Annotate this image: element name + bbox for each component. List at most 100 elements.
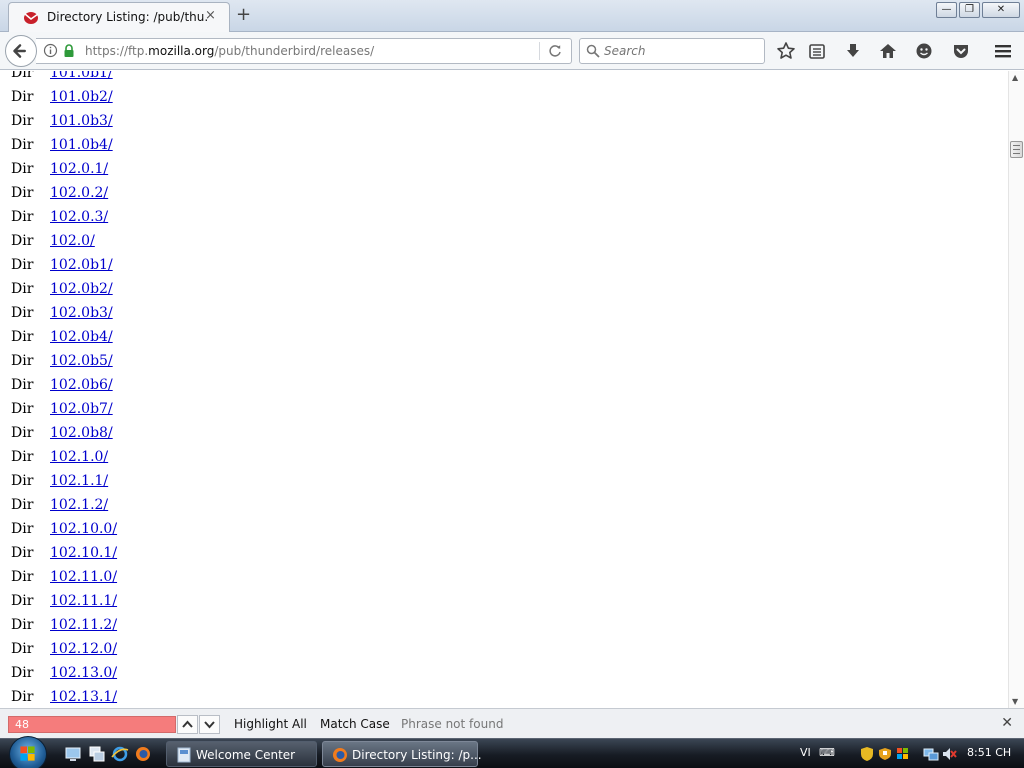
entry-type: Dir — [11, 665, 34, 681]
find-input[interactable] — [8, 716, 176, 733]
bookmarks-menu-icon[interactable] — [807, 41, 827, 61]
directory-link[interactable]: 101.0b4/ — [50, 137, 113, 153]
switch-windows-icon[interactable] — [88, 745, 106, 763]
title-bar: Directory Listing: /pub/thu... × + — ❐ ✕ — [0, 0, 1024, 32]
directory-link[interactable]: 101.0b3/ — [50, 113, 113, 129]
directory-link[interactable]: 102.1.2/ — [50, 497, 108, 513]
reload-icon[interactable] — [547, 43, 563, 59]
entry-type: Dir — [11, 233, 34, 249]
restore-button[interactable]: ❐ — [959, 2, 980, 18]
directory-link[interactable]: 101.0b2/ — [50, 89, 113, 105]
window-controls: — ❐ ✕ — [936, 2, 1020, 18]
entry-type: Dir — [11, 113, 34, 129]
vertical-scrollbar[interactable]: ▲ ▼ — [1008, 71, 1024, 708]
scroll-down-arrow-icon[interactable]: ▼ — [1012, 697, 1018, 706]
find-bar: Highlight All Match Case Phrase not foun… — [0, 708, 1024, 738]
back-arrow-icon — [13, 44, 26, 58]
directory-link[interactable]: 101.0b1/ — [50, 71, 113, 81]
task-label: Welcome Center — [196, 748, 296, 762]
entry-type: Dir — [11, 521, 34, 537]
internet-explorer-icon[interactable] — [111, 745, 129, 763]
tab-close-icon[interactable]: × — [205, 8, 216, 23]
directory-link[interactable]: 102.0/ — [50, 233, 95, 249]
windows-flag-icon[interactable] — [895, 746, 911, 762]
volume-muted-icon[interactable] — [941, 746, 957, 762]
directory-link[interactable]: 102.13.0/ — [50, 665, 117, 681]
entry-type: Dir — [11, 449, 34, 465]
directory-link[interactable]: 102.0b3/ — [50, 305, 113, 321]
task-firefox-directory-listing[interactable]: Directory Listing: /p... — [322, 741, 482, 767]
page-content: Dir 101.0b1/Dir 101.0b2/Dir 101.0b3/Dir 101.… — [0, 71, 1008, 708]
directory-link[interactable]: 102.0b2/ — [50, 281, 113, 297]
tab-directory-listing[interactable]: Directory Listing: /pub/thu... × — [8, 2, 230, 32]
url-prefix: https://ftp. — [85, 44, 149, 58]
directory-link[interactable]: 102.0b7/ — [50, 401, 113, 417]
find-bar-close-icon[interactable]: ✕ — [1001, 715, 1013, 731]
scrollbar-thumb[interactable] — [1010, 141, 1023, 158]
highlight-all-toggle[interactable]: Highlight All — [234, 717, 307, 731]
directory-link[interactable]: 102.11.2/ — [50, 617, 117, 633]
directory-link[interactable]: 102.0.3/ — [50, 209, 108, 225]
windows-update-icon[interactable] — [877, 746, 893, 762]
info-icon[interactable] — [43, 43, 58, 58]
bookmark-star-icon[interactable] — [776, 41, 796, 61]
match-case-toggle[interactable]: Match Case — [320, 717, 390, 731]
task-label: Directory Listing: /p... — [352, 748, 482, 762]
back-button[interactable] — [5, 35, 37, 67]
directory-link[interactable]: 102.12.0/ — [50, 641, 117, 657]
pocket-icon[interactable] — [951, 41, 971, 61]
welcome-center-icon — [177, 747, 191, 763]
directory-link[interactable]: 102.13.1/ — [50, 689, 117, 705]
find-previous-button[interactable] — [177, 715, 198, 734]
directory-link[interactable]: 102.10.0/ — [50, 521, 117, 537]
close-window-button[interactable]: ✕ — [982, 2, 1020, 18]
directory-link[interactable]: 102.11.1/ — [50, 593, 117, 609]
task-welcome-center[interactable]: Welcome Center — [166, 741, 317, 767]
entry-type: Dir — [11, 89, 34, 105]
url-divider — [539, 42, 540, 60]
directory-link[interactable]: 102.0b4/ — [50, 329, 113, 345]
thunderbird-favicon-icon — [24, 12, 39, 24]
directory-link[interactable]: 102.10.1/ — [50, 545, 117, 561]
chevron-up-icon — [182, 720, 193, 728]
entry-type: Dir — [11, 569, 34, 585]
directory-link[interactable]: 102.11.0/ — [50, 569, 117, 585]
home-icon[interactable] — [878, 41, 898, 61]
keyboard-icon[interactable]: ⌨ — [819, 746, 835, 759]
find-next-button[interactable] — [199, 715, 220, 734]
navigation-toolbar: https://ftp.mozilla.org/pub/thunderbird/… — [0, 32, 1024, 70]
search-bar[interactable] — [579, 38, 765, 64]
directory-link[interactable]: 102.0b8/ — [50, 425, 113, 441]
entry-type: Dir — [11, 185, 34, 201]
directory-link[interactable]: 102.0b1/ — [50, 257, 113, 273]
directory-link[interactable]: 102.0b5/ — [50, 353, 113, 369]
scroll-up-arrow-icon[interactable]: ▲ — [1012, 73, 1018, 82]
network-icon[interactable] — [923, 746, 939, 762]
directory-link[interactable]: 102.0.1/ — [50, 161, 108, 177]
url-text[interactable]: https://ftp.mozilla.org/pub/thunderbird/… — [85, 44, 374, 58]
language-indicator[interactable]: VI — [800, 746, 811, 759]
entry-type: Dir — [11, 305, 34, 321]
firefox-icon — [333, 748, 347, 762]
security-shield-icon[interactable] — [859, 746, 875, 762]
menu-hamburger-icon[interactable] — [993, 41, 1013, 61]
show-desktop-icon[interactable] — [64, 745, 82, 763]
firefox-quicklaunch-icon[interactable] — [134, 745, 152, 763]
directory-link[interactable]: 102.1.1/ — [50, 473, 108, 489]
minimize-button[interactable]: — — [936, 2, 957, 18]
entry-type: Dir — [11, 353, 34, 369]
url-bar[interactable]: https://ftp.mozilla.org/pub/thunderbird/… — [36, 38, 572, 64]
hello-chat-icon[interactable] — [914, 41, 934, 61]
start-button[interactable] — [9, 736, 47, 768]
search-icon — [586, 44, 600, 58]
lock-icon[interactable] — [63, 44, 75, 58]
new-tab-button[interactable]: + — [236, 4, 251, 26]
windows-logo-icon — [20, 746, 35, 761]
entry-type: Dir — [11, 641, 34, 657]
clock[interactable]: 8:51 CH — [967, 746, 1011, 759]
directory-link[interactable]: 102.1.0/ — [50, 449, 108, 465]
download-icon[interactable] — [843, 41, 863, 61]
search-input[interactable] — [604, 42, 759, 60]
directory-link[interactable]: 102.0b6/ — [50, 377, 113, 393]
directory-link[interactable]: 102.0.2/ — [50, 185, 108, 201]
